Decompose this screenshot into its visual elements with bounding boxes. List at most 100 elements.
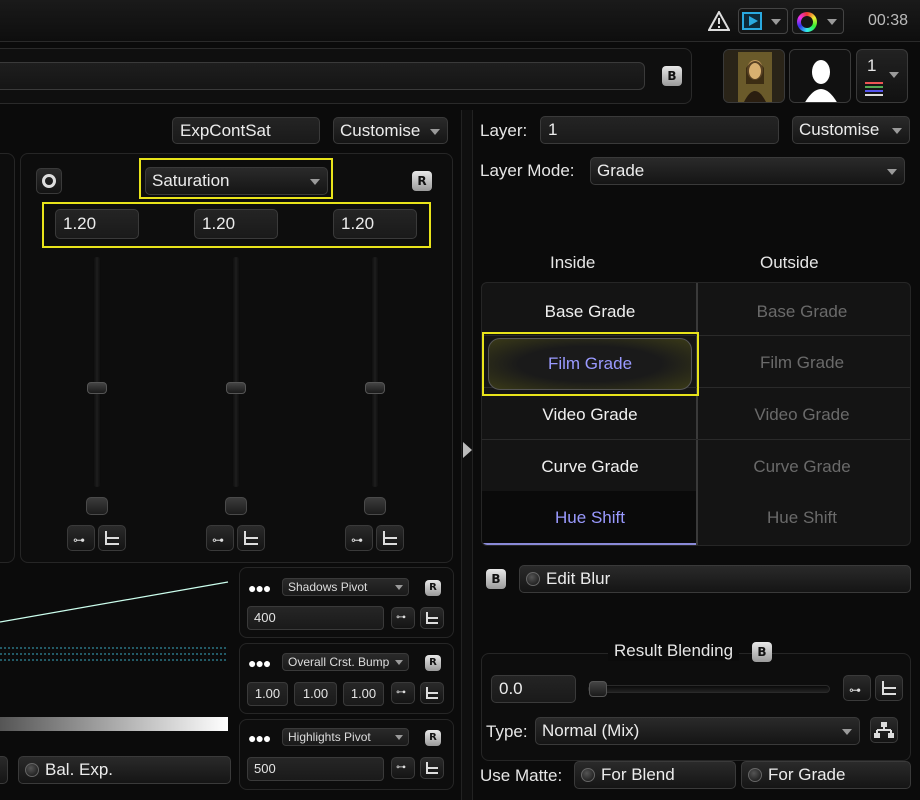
layer-stack-button[interactable]: 1 xyxy=(856,49,908,103)
chevron-down-icon xyxy=(771,19,781,25)
r-badge[interactable]: R xyxy=(425,730,441,746)
hierarchy-button[interactable] xyxy=(870,717,898,743)
key-button-2[interactable]: ⊶ xyxy=(206,525,234,551)
inside-curve-grade[interactable]: Curve Grade xyxy=(483,442,697,492)
radio-icon xyxy=(526,572,540,586)
warning-icon[interactable] xyxy=(707,9,731,31)
curve-icon xyxy=(105,531,119,545)
radio-icon xyxy=(581,768,595,782)
blend-value-field[interactable]: 0.0 xyxy=(491,675,576,703)
layer-mode-label: Layer Mode: xyxy=(480,161,575,180)
inside-base-grade[interactable]: Base Grade xyxy=(483,287,697,337)
blur-b-badge[interactable]: B xyxy=(486,569,506,589)
blend-slider[interactable] xyxy=(588,681,830,697)
outside-film-grade[interactable]: Film Grade xyxy=(697,338,907,388)
result-b-badge[interactable]: B xyxy=(752,642,772,662)
slider-1[interactable] xyxy=(87,257,107,487)
bal-exp-button[interactable]: Bal. Exp. xyxy=(18,756,231,784)
slider-2[interactable] xyxy=(226,257,246,487)
chevron-down-icon xyxy=(892,128,902,134)
curve-icon xyxy=(426,762,438,774)
slider-thumb[interactable] xyxy=(87,382,107,394)
edit-blur-button[interactable]: Edit Blur xyxy=(519,565,911,593)
curve-button[interactable] xyxy=(420,757,444,779)
color-wheel-button[interactable] xyxy=(792,8,844,34)
curve-button[interactable] xyxy=(420,607,444,629)
customise-dropdown[interactable]: Customise xyxy=(333,117,448,144)
contrast-value-1[interactable]: 1.00 xyxy=(247,682,288,706)
reset-circle-button[interactable] xyxy=(36,168,62,194)
curve-icon xyxy=(882,681,896,695)
key-icon: ⊶ xyxy=(396,612,406,623)
knob-3[interactable] xyxy=(364,497,386,515)
contrast-curve-graph[interactable] xyxy=(0,570,230,710)
key-button[interactable]: ⊶ xyxy=(391,607,415,629)
thumbnail-mona-lisa[interactable] xyxy=(723,49,785,103)
highlights-pivot-value[interactable]: 500 xyxy=(247,757,384,781)
use-matte-label: Use Matte: xyxy=(480,766,563,785)
outside-video-grade[interactable]: Video Grade xyxy=(697,390,907,440)
chevron-right-icon[interactable] xyxy=(463,442,472,458)
blend-key-button[interactable]: ⊶ xyxy=(843,675,871,701)
curve-icon xyxy=(426,612,438,624)
slider-thumb[interactable] xyxy=(226,382,246,394)
for-blend-button[interactable]: For Blend xyxy=(574,761,736,789)
layer-mode-dropdown[interactable]: Grade xyxy=(590,157,905,185)
dots-icon[interactable]: ●●● xyxy=(248,655,271,671)
inside-film-grade[interactable]: Film Grade xyxy=(488,338,692,390)
outside-base-grade[interactable]: Base Grade xyxy=(697,287,907,337)
thumbnail-matte[interactable] xyxy=(789,49,851,103)
outside-heading: Outside xyxy=(760,253,819,272)
inside-hue-shift[interactable]: Hue Shift xyxy=(483,493,697,543)
slider-thumb[interactable] xyxy=(365,382,385,394)
knob-1[interactable] xyxy=(86,497,108,515)
shadows-pivot-dropdown[interactable]: Shadows Pivot xyxy=(282,578,409,596)
value-field-2[interactable]: 1.20 xyxy=(194,209,278,239)
blend-curve-button[interactable] xyxy=(875,675,903,701)
for-grade-button[interactable]: For Grade xyxy=(741,761,911,789)
dots-icon[interactable]: ●●● xyxy=(248,730,271,746)
dots-icon[interactable]: ●●● xyxy=(248,580,271,596)
type-dropdown[interactable]: Normal (Mix) xyxy=(535,717,860,745)
value-field-3[interactable]: 1.20 xyxy=(333,209,417,239)
highlights-pivot-dropdown[interactable]: Highlights Pivot xyxy=(282,728,409,746)
circle-icon xyxy=(42,174,56,188)
key-button[interactable]: ⊶ xyxy=(391,757,415,779)
key-button[interactable]: ⊶ xyxy=(391,682,415,704)
preset-field[interactable]: ExpContSat xyxy=(172,117,320,144)
contrast-value-2[interactable]: 1.00 xyxy=(294,682,337,706)
customise-dropdown-right[interactable]: Customise xyxy=(792,116,910,144)
radio-icon xyxy=(748,768,762,782)
layers-icon xyxy=(865,82,883,96)
curve-button[interactable] xyxy=(420,682,444,704)
name-field[interactable] xyxy=(0,62,645,90)
knob-2[interactable] xyxy=(225,497,247,515)
reset-r-badge[interactable]: R xyxy=(412,171,432,191)
value-field-1[interactable]: 1.20 xyxy=(55,209,139,239)
key-icon: ⊶ xyxy=(351,533,363,547)
key-button-1[interactable]: ⊶ xyxy=(67,525,95,551)
chevron-down-icon xyxy=(887,169,897,175)
play-button[interactable] xyxy=(738,8,788,34)
r-badge[interactable]: R xyxy=(425,580,441,596)
outside-hue-shift[interactable]: Hue Shift xyxy=(697,493,907,543)
key-icon: ⊶ xyxy=(212,533,224,547)
inside-video-grade[interactable]: Video Grade xyxy=(483,390,697,440)
key-button-3[interactable]: ⊶ xyxy=(345,525,373,551)
radio-icon xyxy=(25,763,39,777)
curve-icon xyxy=(244,531,258,545)
contrast-value-3[interactable]: 1.00 xyxy=(343,682,384,706)
r-badge[interactable]: R xyxy=(425,655,441,671)
slider-thumb[interactable] xyxy=(589,681,607,697)
overall-contrast-dropdown[interactable]: Overall Crst. Bump xyxy=(282,653,409,671)
layer-field[interactable]: 1 xyxy=(540,116,779,144)
left-bottom-button[interactable] xyxy=(0,756,8,784)
curve-button-1[interactable] xyxy=(98,525,126,551)
slider-3[interactable] xyxy=(365,257,385,487)
curve-button-2[interactable] xyxy=(237,525,265,551)
curve-button-3[interactable] xyxy=(376,525,404,551)
shadows-pivot-value[interactable]: 400 xyxy=(247,606,384,630)
gradient-bar xyxy=(0,717,228,731)
b-badge[interactable]: B xyxy=(662,66,682,86)
outside-curve-grade[interactable]: Curve Grade xyxy=(697,442,907,492)
